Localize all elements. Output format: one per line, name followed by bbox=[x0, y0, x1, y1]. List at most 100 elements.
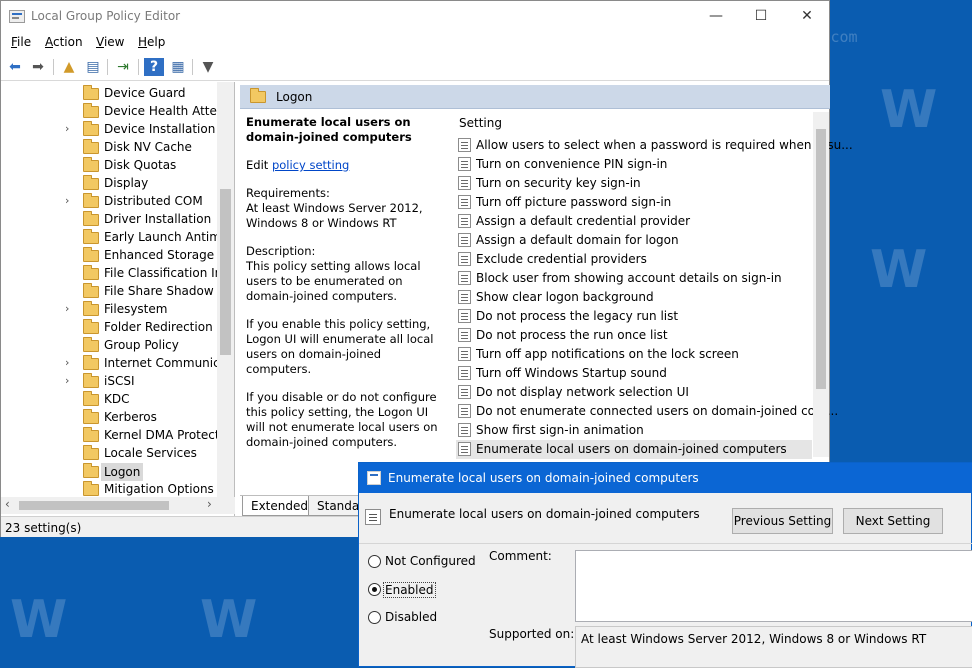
title-bar: Local Group Policy Editor — ☐ ✕ bbox=[1, 1, 829, 31]
setting-row[interactable]: Assign a default credential provider bbox=[456, 212, 812, 231]
setting-label: Do not process the run once list bbox=[476, 328, 668, 342]
tree-scroll-thumb[interactable] bbox=[220, 189, 231, 355]
setting-row[interactable]: Show first sign-in animation bbox=[456, 421, 812, 440]
setting-row[interactable]: Block user from showing account details … bbox=[456, 269, 812, 288]
tree-item[interactable]: Early Launch Antimal bbox=[65, 229, 234, 247]
menu-help[interactable]: Help bbox=[138, 35, 165, 49]
tree-item[interactable]: › iSCSI bbox=[65, 373, 234, 391]
tree-item[interactable]: File Share Shadow Co bbox=[65, 283, 234, 301]
setting-row[interactable]: Do not display network selection UI bbox=[456, 383, 812, 402]
setting-row[interactable]: Turn off Windows Startup sound bbox=[456, 364, 812, 383]
setting-row[interactable]: Turn on security key sign-in bbox=[456, 174, 812, 193]
tree-item[interactable]: › Device Installation bbox=[65, 121, 234, 139]
radio-circle[interactable] bbox=[368, 555, 381, 568]
tree-item[interactable]: Device Health Attesta bbox=[65, 103, 234, 121]
tree-item[interactable]: › Distributed COM bbox=[65, 193, 234, 211]
chevron-right-icon[interactable]: › bbox=[65, 374, 75, 387]
menu-view[interactable]: View bbox=[96, 35, 124, 49]
close-button[interactable]: ✕ bbox=[785, 4, 829, 28]
description-disable: If you disable or do not configure this … bbox=[246, 390, 438, 449]
scroll-left-icon[interactable]: ‹ bbox=[5, 497, 10, 511]
chevron-right-icon[interactable]: › bbox=[65, 194, 75, 207]
policy-setting-icon bbox=[458, 347, 471, 361]
tree-item[interactable]: Enhanced Storage Ac bbox=[65, 247, 234, 265]
help-icon[interactable]: ? bbox=[144, 58, 164, 76]
previous-setting-button[interactable]: Previous Setting bbox=[732, 508, 833, 534]
radio-circle-checked[interactable] bbox=[368, 583, 381, 596]
setting-label: Assign a default credential provider bbox=[476, 214, 691, 228]
chevron-right-icon[interactable]: › bbox=[65, 356, 75, 369]
tree-item-label: Internet Communicat bbox=[104, 356, 232, 370]
tree-item[interactable]: Driver Installation bbox=[65, 211, 234, 229]
tree-item-label: Driver Installation bbox=[104, 212, 212, 226]
setting-row[interactable]: Turn off picture password sign-in bbox=[456, 193, 812, 212]
tree-item-label: Group Policy bbox=[104, 338, 179, 352]
setting-row[interactable]: Turn on convenience PIN sign-in bbox=[456, 155, 812, 174]
setting-row[interactable]: Do not process the run once list bbox=[456, 326, 812, 345]
settings-scroll-thumb[interactable] bbox=[816, 129, 826, 389]
description-enable: If you enable this policy setting, Logon… bbox=[246, 317, 434, 376]
setting-label: Allow users to select when a password is… bbox=[476, 138, 853, 152]
chevron-right-icon[interactable]: › bbox=[65, 302, 75, 315]
tree-item-label: Filesystem bbox=[104, 302, 168, 316]
tree-item[interactable]: Device Guard bbox=[65, 85, 234, 103]
tree-item[interactable]: Disk Quotas bbox=[65, 157, 234, 175]
folder-icon bbox=[83, 283, 99, 298]
toolbar: ⬅ ➡ ▲ ▤ ⇥ ? ▦ ▼ bbox=[1, 54, 829, 81]
tree-item[interactable]: Disk NV Cache bbox=[65, 139, 234, 157]
tree-item-label: Enhanced Storage Ac bbox=[104, 248, 233, 262]
description-text: This policy setting allows local users t… bbox=[246, 259, 421, 303]
tree-item[interactable]: Kerberos bbox=[65, 409, 234, 427]
setting-label: Do not display network selection UI bbox=[476, 385, 689, 399]
tree-item[interactable]: › Internet Communicat bbox=[65, 355, 234, 373]
export-list-icon[interactable]: ⇥ bbox=[113, 58, 133, 76]
menu-action[interactable]: Action bbox=[45, 35, 83, 49]
setting-row[interactable]: Turn off app notifications on the lock s… bbox=[456, 345, 812, 364]
setting-row[interactable]: Do not process the legacy run list bbox=[456, 307, 812, 326]
tree-item[interactable]: Group Policy bbox=[65, 337, 234, 355]
back-arrow-icon[interactable]: ⬅ bbox=[5, 58, 25, 76]
setting-row[interactable]: Do not enumerate connected users on doma… bbox=[456, 402, 838, 421]
next-setting-button[interactable]: Next Setting bbox=[843, 508, 943, 534]
chevron-right-icon[interactable]: › bbox=[65, 122, 75, 135]
show-hide-tree-icon[interactable]: ▤ bbox=[83, 58, 103, 76]
tree-item[interactable]: › Filesystem bbox=[65, 301, 234, 319]
folder-icon bbox=[83, 85, 99, 100]
tree-item[interactable]: Logon bbox=[65, 463, 234, 481]
scroll-right-icon[interactable]: › bbox=[207, 497, 212, 511]
tree-item-label: KDC bbox=[104, 392, 130, 406]
setting-label: Do not process the legacy run list bbox=[476, 309, 679, 323]
tree-item[interactable]: Locale Services bbox=[65, 445, 234, 463]
setting-label: Exclude credential providers bbox=[476, 252, 647, 266]
setting-row[interactable]: Assign a default domain for logon bbox=[456, 231, 812, 250]
menu-file[interactable]: File bbox=[11, 35, 31, 49]
filter-icon[interactable]: ▼ bbox=[198, 58, 218, 76]
tree-item-label: File Classification Infr bbox=[104, 266, 232, 280]
radio-circle[interactable] bbox=[368, 611, 381, 624]
window-title: Local Group Policy Editor bbox=[31, 9, 181, 23]
setting-row[interactable]: Exclude credential providers bbox=[456, 250, 812, 269]
forward-arrow-icon[interactable]: ➡ bbox=[28, 58, 48, 76]
tree-item[interactable]: Kernel DMA Protectio bbox=[65, 427, 234, 445]
main-window: Local Group Policy Editor — ☐ ✕ File Act… bbox=[0, 0, 853, 537]
comment-textarea[interactable] bbox=[575, 550, 972, 622]
toolbar-separator bbox=[53, 59, 54, 75]
properties-icon[interactable]: ▦ bbox=[168, 58, 188, 76]
edit-policy-link[interactable]: policy setting bbox=[272, 158, 349, 172]
tree-horizontal-thumb[interactable] bbox=[19, 501, 169, 510]
setting-row[interactable]: Allow users to select when a password is… bbox=[456, 136, 853, 155]
setting-row[interactable]: Show clear logon background bbox=[456, 288, 812, 307]
setting-column-header[interactable]: Setting bbox=[459, 116, 502, 130]
menu-bar: File Action View Help bbox=[1, 31, 829, 53]
tab-extended[interactable]: Extended bbox=[242, 496, 317, 516]
tree-item[interactable]: Folder Redirection bbox=[65, 319, 234, 337]
folder-icon bbox=[83, 247, 99, 262]
tree-item[interactable]: File Classification Infr bbox=[65, 265, 234, 283]
maximize-button[interactable]: ☐ bbox=[739, 4, 783, 28]
folder-icon bbox=[83, 409, 99, 424]
tree-item[interactable]: Display bbox=[65, 175, 234, 193]
setting-row[interactable]: Enumerate local users on domain-joined c… bbox=[456, 440, 812, 459]
minimize-button[interactable]: — bbox=[694, 4, 738, 28]
tree-item[interactable]: KDC bbox=[65, 391, 234, 409]
up-folder-icon[interactable]: ▲ bbox=[59, 58, 79, 76]
